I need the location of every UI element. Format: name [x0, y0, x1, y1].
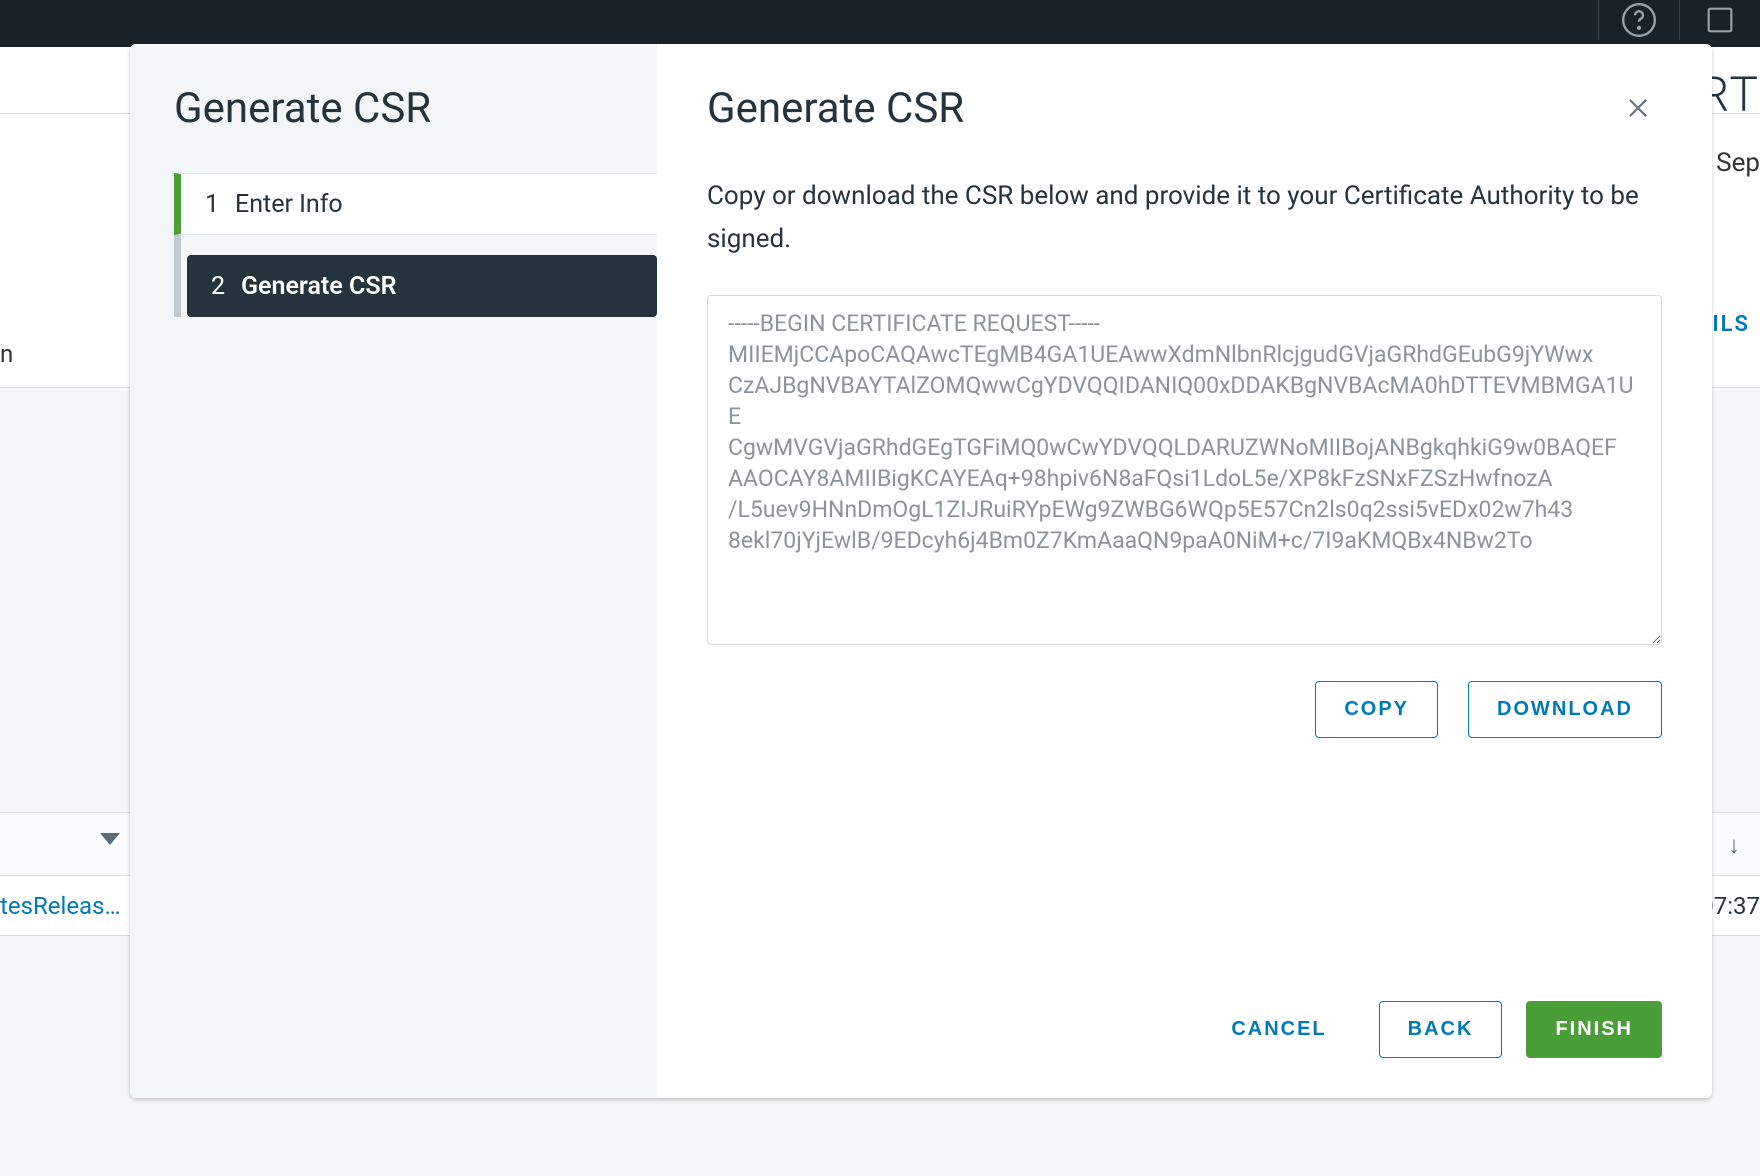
finish-button[interactable]: FINISH	[1526, 1001, 1662, 1058]
close-icon	[1624, 94, 1652, 122]
step-number: 1	[205, 190, 235, 219]
bg-sidebar-fragment: n	[0, 340, 13, 368]
csr-actions: COPY DOWNLOAD	[707, 681, 1662, 738]
step-number: 2	[211, 272, 241, 301]
close-button[interactable]	[1614, 84, 1662, 135]
wizard-steps: 1 Enter Info 2 Generate CSR	[174, 173, 657, 317]
user-icon[interactable]	[1680, 0, 1760, 40]
step-label: Enter Info	[235, 190, 343, 219]
wizard-step-generate-csr[interactable]: 2 Generate CSR	[187, 255, 657, 317]
help-icon[interactable]	[1599, 0, 1679, 40]
instruction-text: Copy or download the CSR below and provi…	[707, 175, 1662, 261]
dialog-footer: CANCEL BACK FINISH	[707, 961, 1662, 1058]
download-button[interactable]: DOWNLOAD	[1468, 681, 1662, 738]
sort-descending-icon[interactable]: ↓	[1728, 831, 1740, 860]
dialog-main: Generate CSR Copy or download the CSR be…	[657, 44, 1712, 1098]
row-link-fragment[interactable]: tesReleas…	[0, 892, 121, 920]
step-label: Generate CSR	[241, 272, 396, 301]
csr-output[interactable]	[707, 295, 1662, 645]
app-topbar	[0, 0, 1760, 47]
filter-icon[interactable]	[100, 833, 120, 845]
wizard-title: Generate CSR	[130, 84, 657, 173]
copy-button[interactable]: COPY	[1315, 681, 1438, 738]
wizard-step-enter-info[interactable]: 1 Enter Info	[174, 173, 657, 235]
dialog-title: Generate CSR	[707, 84, 964, 133]
cancel-button[interactable]: CANCEL	[1203, 1002, 1354, 1057]
generate-csr-dialog: Generate CSR 1 Enter Info 2 Generate CSR…	[130, 44, 1712, 1098]
back-button[interactable]: BACK	[1379, 1001, 1503, 1058]
wizard-sidebar: Generate CSR 1 Enter Info 2 Generate CSR	[130, 44, 657, 1098]
